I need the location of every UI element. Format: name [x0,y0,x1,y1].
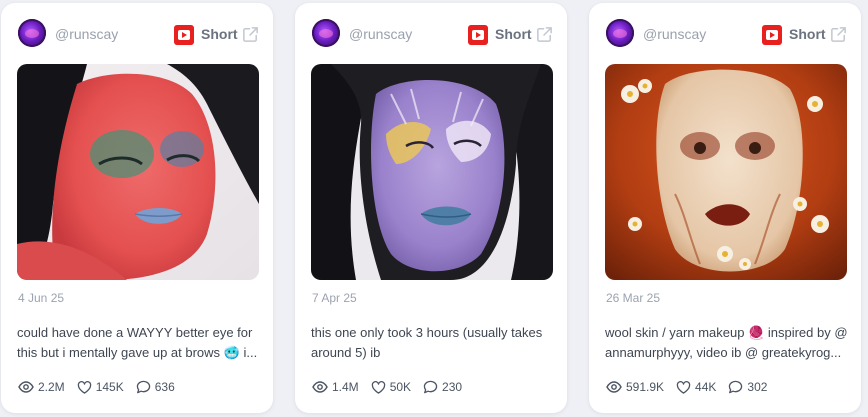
heart-icon [371,380,385,394]
comments-stat: 230 [423,380,462,394]
likes-count: 44K [695,380,717,394]
avatar[interactable] [312,19,340,47]
stats-row: 591.9K 44K 302 [606,379,779,395]
comments-count: 636 [154,380,175,394]
comment-icon [136,380,150,394]
comment-icon [423,380,438,394]
comments-count: 230 [442,380,463,394]
views-stat: 1.4M [312,380,359,394]
views-count: 591.9K [626,380,665,394]
post-caption: could have done a WAYYY better eye for t… [17,325,258,360]
views-stat: 2.2M [18,380,65,394]
avatar[interactable] [606,19,634,47]
username[interactable]: @runscay [55,26,118,42]
post-caption: wool skin / yarn makeup 🧶 inspired by @ … [605,325,848,360]
eye-icon [18,381,34,393]
likes-stat: 44K [676,380,716,394]
post-card[interactable]: @runscay Short [1,3,273,413]
post-date: 26 Mar 25 [606,291,661,305]
platform-label: Short [789,26,826,42]
post-date: 7 Apr 25 [312,291,357,305]
post-card[interactable]: @runscay Short [589,3,861,413]
heart-icon [77,380,91,394]
post-card[interactable]: @runscay Short [295,3,567,413]
views-count: 1.4M [332,380,359,394]
external-link-icon[interactable] [535,25,554,44]
comments-stat: 302 [728,380,767,394]
comments-stat: 636 [136,380,175,394]
post-caption: this one only took 3 hours (usually take… [311,325,543,360]
stats-row: 1.4M 50K 230 [312,379,474,395]
username[interactable]: @runscay [643,26,706,42]
eye-icon [606,381,622,393]
comments-count: 302 [747,380,768,394]
video-thumbnail[interactable] [605,64,847,280]
likes-count: 50K [389,380,412,394]
username[interactable]: @runscay [349,26,412,42]
views-count: 2.2M [38,380,65,394]
heart-icon [676,380,691,394]
post-date: 4 Jun 25 [18,291,65,305]
likes-stat: 145K [77,380,124,394]
external-link-icon[interactable] [829,25,848,44]
likes-count: 145K [95,380,124,394]
youtube-icon [468,25,488,45]
video-thumbnail[interactable] [311,64,553,280]
platform-label: Short [495,26,532,42]
stats-row: 2.2M 145K 636 [18,379,187,395]
avatar[interactable] [18,19,46,47]
external-link-icon[interactable] [241,25,260,44]
views-stat: 591.9K [606,380,664,394]
video-thumbnail[interactable] [17,64,259,280]
youtube-icon [174,25,194,45]
eye-icon [312,381,328,393]
comment-icon [729,380,743,394]
youtube-icon [762,25,782,45]
likes-stat: 50K [371,380,411,394]
platform-label: Short [201,26,238,42]
